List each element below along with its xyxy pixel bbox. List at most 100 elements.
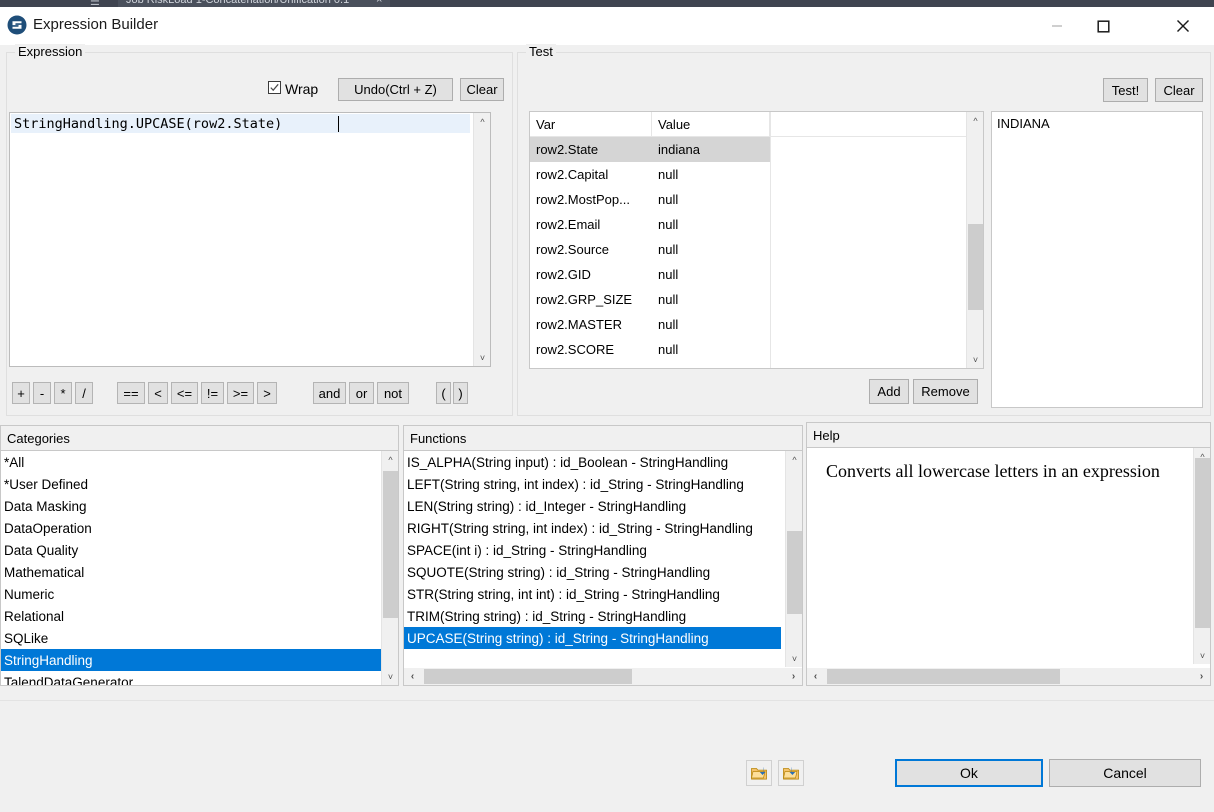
test-clear-button[interactable]: Clear — [1155, 78, 1203, 102]
functions-list[interactable]: IS_ALPHA(String input) : id_Boolean - St… — [404, 451, 785, 667]
function-item[interactable]: SQUOTE(String string) : id_String - Stri… — [404, 561, 781, 583]
category-item[interactable]: Numeric — [1, 583, 381, 605]
scrollbar-thumb[interactable] — [968, 224, 983, 310]
category-item[interactable]: Relational — [1, 605, 381, 627]
scroll-up-icon[interactable]: ^ — [786, 451, 803, 468]
op-not-equal-button[interactable]: != — [201, 382, 224, 404]
scrollbar-thumb[interactable] — [1195, 458, 1210, 628]
function-item[interactable]: IS_ALPHA(String input) : id_Boolean - St… — [404, 451, 781, 473]
table-row[interactable]: row2.MostPop... null — [530, 187, 983, 212]
function-item[interactable]: LEN(String string) : id_Integer - String… — [404, 495, 781, 517]
table-row[interactable]: row2.Capital null — [530, 162, 983, 187]
function-item[interactable]: SPACE(int i) : id_String - StringHandlin… — [404, 539, 781, 561]
function-item[interactable]: LEFT(String string, int index) : id_Stri… — [404, 473, 781, 495]
op-or-button[interactable]: or — [349, 382, 374, 404]
scroll-down-icon[interactable]: ˅ — [1194, 647, 1211, 664]
test-result-output[interactable]: INDIANA — [991, 111, 1203, 408]
categories-scrollbar[interactable]: ^ ˅ — [381, 451, 398, 685]
minimize-button[interactable] — [1034, 7, 1080, 45]
table-row[interactable]: row2.Email null — [530, 212, 983, 237]
table-row[interactable]: row2.State indiana — [530, 137, 983, 162]
scroll-down-icon[interactable]: ˅ — [786, 650, 803, 667]
op-open-paren-button[interactable]: ( — [436, 382, 451, 404]
background-window-tab-close-icon[interactable]: × — [376, 0, 382, 6]
category-item[interactable]: TalendDataGenerator — [1, 671, 381, 685]
op-plus-button[interactable]: + — [12, 382, 30, 404]
category-item-selected[interactable]: StringHandling — [1, 649, 381, 671]
expression-editor-scrollbar[interactable]: ^ ˅ — [473, 113, 490, 366]
op-greater-than-button[interactable]: > — [257, 382, 277, 404]
scroll-down-icon[interactable]: ˅ — [967, 351, 984, 368]
help-vscrollbar[interactable]: ^ ˅ — [1193, 448, 1210, 664]
scrollbar-thumb[interactable] — [383, 471, 398, 618]
scroll-up-icon[interactable]: ^ — [382, 451, 399, 468]
cell-var: row2.State — [530, 137, 652, 162]
background-window-tab-label: Job RiskLoad 1-Concatenation/Unification… — [126, 0, 349, 6]
column-header-var[interactable]: Var — [530, 112, 652, 137]
scroll-left-icon[interactable]: ‹ — [404, 668, 421, 685]
scrollbar-thumb[interactable] — [424, 669, 632, 684]
table-row[interactable]: row2.SCORE null — [530, 337, 983, 362]
test-variables-table[interactable]: Var Value row2.State indiana row2.Capita… — [529, 111, 984, 369]
folder-export-icon[interactable] — [778, 760, 804, 786]
cancel-button[interactable]: Cancel — [1049, 759, 1201, 787]
function-item[interactable]: STR(String string, int int) : id_String … — [404, 583, 781, 605]
category-item[interactable]: DataOperation — [1, 517, 381, 539]
function-item-selected[interactable]: UPCASE(String string) : id_String - Stri… — [404, 627, 781, 649]
op-and-button[interactable]: and — [313, 382, 346, 404]
op-close-paren-button[interactable]: ) — [453, 382, 468, 404]
scrollbar-thumb[interactable] — [827, 669, 1060, 684]
table-scrollbar[interactable]: ^ ˅ — [966, 112, 983, 368]
test-result-text: INDIANA — [997, 116, 1050, 131]
op-divide-button[interactable]: / — [75, 382, 93, 404]
help-panel: Help Converts all lowercase letters in a… — [806, 422, 1211, 686]
op-equals-button[interactable]: == — [117, 382, 145, 404]
remove-variable-button[interactable]: Remove — [913, 379, 978, 404]
table-row[interactable]: row2.GID null — [530, 262, 983, 287]
help-text: Converts all lowercase letters in an exp… — [826, 461, 1160, 482]
op-less-equal-button[interactable]: <= — [171, 382, 198, 404]
expression-editor[interactable]: StringHandling.UPCASE(row2.State) ^ ˅ — [9, 112, 491, 367]
op-less-than-button[interactable]: < — [148, 382, 168, 404]
categories-list[interactable]: *All *User Defined Data Masking DataOper… — [1, 451, 381, 685]
scrollbar-thumb[interactable] — [787, 531, 802, 614]
scroll-right-icon[interactable]: › — [785, 668, 802, 685]
folder-import-icon[interactable] — [746, 760, 772, 786]
help-hscrollbar[interactable]: ‹ › — [807, 668, 1210, 685]
add-variable-button[interactable]: Add — [869, 379, 909, 404]
test-run-button[interactable]: Test! — [1103, 78, 1148, 102]
category-item[interactable]: *User Defined — [1, 473, 381, 495]
functions-hscrollbar[interactable]: ‹ › — [404, 668, 802, 685]
category-item[interactable]: *All — [1, 451, 381, 473]
category-item[interactable]: SQLike — [1, 627, 381, 649]
column-header-value[interactable]: Value — [652, 112, 770, 137]
category-item[interactable]: Data Quality — [1, 539, 381, 561]
scroll-up-icon[interactable]: ^ — [474, 113, 491, 130]
category-item[interactable]: Data Masking — [1, 495, 381, 517]
op-greater-equal-button[interactable]: >= — [227, 382, 254, 404]
function-item[interactable]: RIGHT(String string, int index) : id_Str… — [404, 517, 781, 539]
maximize-button[interactable] — [1080, 7, 1126, 45]
expression-clear-button[interactable]: Clear — [460, 78, 504, 101]
table-row[interactable]: row2.GRP_SIZE null — [530, 287, 983, 312]
wrap-checkbox[interactable]: Wrap — [268, 81, 318, 97]
scroll-up-icon[interactable]: ^ — [967, 112, 984, 129]
op-not-button[interactable]: not — [377, 382, 409, 404]
cell-var: row2.Capital — [530, 162, 652, 187]
op-multiply-button[interactable]: * — [54, 382, 72, 404]
ok-button[interactable]: Ok — [895, 759, 1043, 787]
undo-button[interactable]: Undo(Ctrl + Z) — [338, 78, 453, 101]
op-minus-button[interactable]: - — [33, 382, 51, 404]
table-row[interactable]: row2.MASTER null — [530, 312, 983, 337]
category-item[interactable]: Mathematical — [1, 561, 381, 583]
background-window-tab[interactable]: Job RiskLoad 1-Concatenation/Unification… — [118, 0, 390, 7]
table-row[interactable]: row2.Source null — [530, 237, 983, 262]
scroll-right-icon[interactable]: › — [1193, 668, 1210, 685]
scroll-down-icon[interactable]: ˅ — [382, 668, 399, 685]
close-button[interactable] — [1160, 7, 1206, 45]
text-caret — [338, 116, 339, 132]
functions-vscrollbar[interactable]: ^ ˅ — [785, 451, 802, 667]
function-item[interactable]: TRIM(String string) : id_String - String… — [404, 605, 781, 627]
scroll-left-icon[interactable]: ‹ — [807, 668, 824, 685]
scroll-down-icon[interactable]: ˅ — [474, 349, 491, 366]
